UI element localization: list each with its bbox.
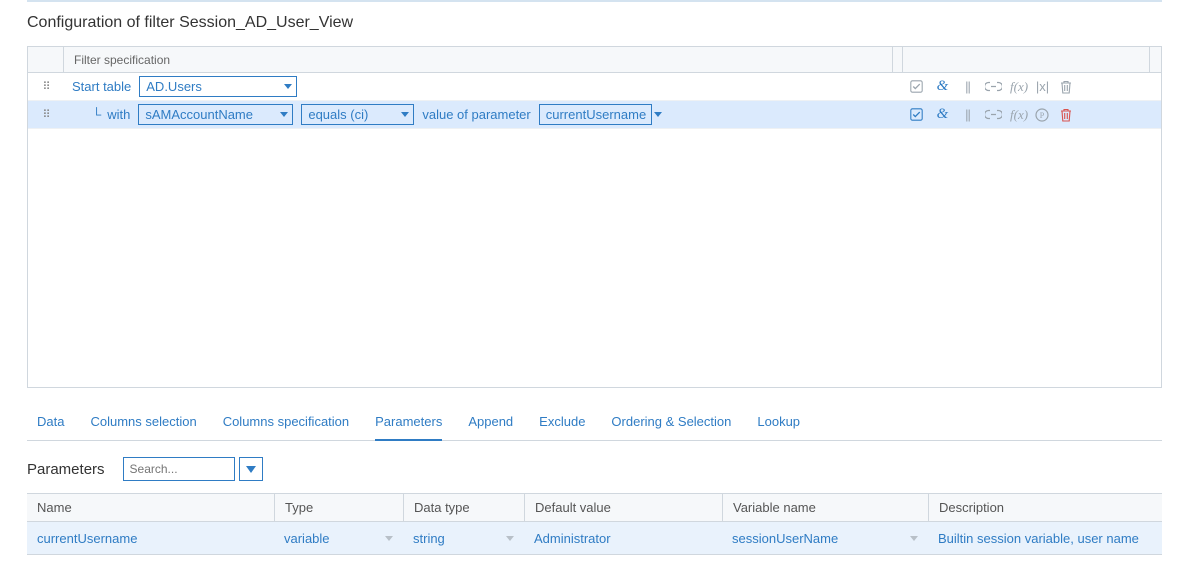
chevron-down-icon bbox=[506, 536, 514, 541]
chevron-down-icon bbox=[284, 84, 292, 89]
tree-branch-icon: └ bbox=[92, 107, 101, 122]
cell-description: Builtin session variable, user name bbox=[928, 531, 1162, 546]
start-table-select[interactable]: AD.Users bbox=[139, 76, 297, 97]
cell-data-type[interactable]: string bbox=[403, 531, 524, 546]
chevron-down-icon bbox=[910, 536, 918, 541]
chevron-down-icon bbox=[385, 536, 393, 541]
parameters-table: Name Type Data type Default value Variab… bbox=[27, 493, 1162, 555]
cell-name: currentUsername bbox=[27, 531, 274, 546]
value-of-parameter-label: value of parameter bbox=[422, 107, 530, 122]
operator-select[interactable]: equals (ci) bbox=[301, 104, 414, 125]
filter-spec-header: Filter specification bbox=[28, 47, 1161, 73]
or-operator-icon[interactable]: || bbox=[960, 79, 975, 94]
filter-spec-header-label: Filter specification bbox=[64, 53, 892, 67]
svg-text:P: P bbox=[1040, 111, 1045, 120]
and-operator-icon[interactable]: & bbox=[935, 106, 950, 123]
fx-icon[interactable]: f(x) bbox=[1010, 79, 1025, 95]
parameters-search-input[interactable] bbox=[123, 457, 235, 481]
col-header-default-value[interactable]: Default value bbox=[524, 494, 722, 521]
filter-condition-row[interactable]: ⠿ └ with sAMAccountName equals (ci) valu… bbox=[28, 101, 1161, 129]
bottom-tabs: Data Columns selection Columns specifica… bbox=[27, 400, 1162, 441]
with-label: with bbox=[107, 107, 130, 122]
drag-handle-icon[interactable]: ⠿ bbox=[28, 108, 64, 121]
link-icon[interactable] bbox=[985, 109, 1000, 120]
p-circle-icon[interactable]: P bbox=[1035, 108, 1050, 122]
operator-select-value: equals (ci) bbox=[308, 107, 368, 122]
page-title: Configuration of filter Session_AD_User_… bbox=[27, 14, 1162, 32]
tab-exclude[interactable]: Exclude bbox=[539, 414, 585, 441]
filter-triangle-icon bbox=[246, 466, 256, 473]
tab-parameters[interactable]: Parameters bbox=[375, 414, 442, 441]
col-header-data-type[interactable]: Data type bbox=[403, 494, 524, 521]
parameter-select-value: currentUsername bbox=[546, 107, 646, 122]
and-operator-icon[interactable]: & bbox=[935, 78, 950, 95]
tab-data[interactable]: Data bbox=[37, 414, 64, 441]
col-header-name[interactable]: Name bbox=[27, 494, 274, 521]
or-operator-icon[interactable]: || bbox=[960, 107, 975, 122]
chevron-down-icon bbox=[280, 112, 288, 117]
filter-specification-panel: Filter specification ⠿ Start table AD.Us… bbox=[27, 46, 1162, 388]
trash-icon[interactable] bbox=[1060, 80, 1075, 94]
link-icon[interactable] bbox=[985, 81, 1000, 92]
chevron-down-icon bbox=[654, 112, 662, 117]
drag-handle-icon[interactable]: ⠿ bbox=[28, 80, 64, 93]
col-header-description[interactable]: Description bbox=[928, 494, 1162, 521]
chevron-down-icon bbox=[401, 112, 409, 117]
parameters-table-row[interactable]: currentUsername variable string Administ… bbox=[27, 522, 1162, 554]
parameter-select[interactable]: currentUsername bbox=[539, 104, 652, 125]
col-header-variable-name[interactable]: Variable name bbox=[722, 494, 928, 521]
check-icon[interactable] bbox=[910, 108, 925, 121]
check-icon[interactable] bbox=[910, 80, 925, 93]
tab-append[interactable]: Append bbox=[468, 414, 513, 441]
abs-icon[interactable]: |x| bbox=[1035, 79, 1050, 94]
trash-icon[interactable] bbox=[1060, 108, 1075, 122]
start-table-value: AD.Users bbox=[146, 79, 202, 94]
parameters-table-header: Name Type Data type Default value Variab… bbox=[27, 494, 1162, 522]
filter-row-start-table[interactable]: ⠿ Start table AD.Users & || f(x) |x| bbox=[28, 73, 1161, 101]
tab-columns-selection[interactable]: Columns selection bbox=[90, 414, 196, 441]
tab-lookup[interactable]: Lookup bbox=[757, 414, 800, 441]
tab-columns-specification[interactable]: Columns specification bbox=[223, 414, 349, 441]
parameters-section-title: Parameters bbox=[27, 461, 105, 478]
cell-variable-name[interactable]: sessionUserName bbox=[722, 531, 928, 546]
field-select[interactable]: sAMAccountName bbox=[138, 104, 293, 125]
parameters-search-filter-button[interactable] bbox=[239, 457, 263, 481]
col-header-type[interactable]: Type bbox=[274, 494, 403, 521]
field-select-value: sAMAccountName bbox=[145, 107, 253, 122]
cell-default-value[interactable]: Administrator bbox=[524, 531, 722, 546]
cell-type[interactable]: variable bbox=[274, 531, 403, 546]
tab-ordering-selection[interactable]: Ordering & Selection bbox=[611, 414, 731, 441]
start-table-label: Start table bbox=[72, 79, 131, 94]
fx-icon[interactable]: f(x) bbox=[1010, 107, 1025, 123]
